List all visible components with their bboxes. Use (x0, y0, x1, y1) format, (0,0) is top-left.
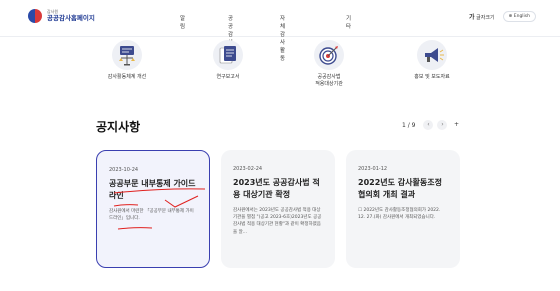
more-button[interactable]: + (451, 120, 462, 130)
quick-link-research[interactable]: 연구보고서 (193, 40, 263, 81)
scales-presentation-icon (112, 40, 142, 70)
notice-title: 공공부문 내부통제 가이드라인 (109, 179, 196, 200)
nav-item-etc[interactable]: 기타 (346, 14, 351, 30)
notice-section-title: 공지사항 (96, 120, 141, 134)
nav-item-notice[interactable]: 알림 (180, 14, 185, 30)
notice-date: 2023-02-24 (233, 166, 263, 172)
notice-title: 2023년도 공공감사법 적용 대상기관 확정 (233, 178, 320, 199)
quick-link-target-institutions[interactable]: 공공감사법 적용대상기관 (294, 40, 364, 88)
quick-link-label: 홍보 및 보도자료 (414, 74, 450, 80)
notice-desc: ☐ 2022년도 감사활동조정협의회가 2022. 12. 27.(화) 감사원… (358, 208, 441, 221)
logo-emblem-icon (28, 9, 42, 23)
next-button[interactable]: › (437, 120, 448, 130)
notice-desc: 감사원에서 마련한 「공공부문 내부통제 가이드라인」입니다. (109, 209, 194, 222)
quick-link-label: 연구보고서 (216, 74, 240, 80)
logo-title: 공공감사홈페이지 (47, 14, 95, 23)
quick-link-pr[interactable]: 홍보 및 보도자료 (397, 40, 467, 81)
target-icon (314, 40, 344, 70)
site-logo[interactable]: 감사원 공공감사홈페이지 (28, 9, 95, 23)
language-button[interactable]: ⊕ English (502, 11, 536, 22)
globe-icon: ⊕ (508, 14, 513, 19)
notice-desc: 감사원에서는 2023년도 공공감사법 적용 대상기관을 별첨 "(공고 202… (233, 208, 322, 235)
quick-link-label: 공공감사법 적용대상기관 (315, 74, 343, 87)
notice-card[interactable]: 2023-02-24 2023년도 공공감사법 적용 대상기관 확정 감사원에서… (221, 150, 335, 268)
notice-card[interactable]: 2023-01-12 2022년도 감사활동조정협의회 개최 결과 ☐ 2022… (346, 150, 460, 268)
notice-date: 2023-10-24 (109, 167, 139, 173)
quick-link-audit-system[interactable]: 감사활동체계 개선 (92, 40, 162, 81)
font-size-glyph: 가 (469, 14, 475, 21)
document-report-icon (213, 40, 243, 70)
quick-link-label: 감사활동체계 개선 (107, 74, 147, 80)
notice-pager: 1 / 9 ‹ › + (402, 120, 465, 130)
megaphone-icon (417, 40, 447, 70)
language-label: English (513, 14, 530, 19)
site-header: 감사원 공공감사홈페이지 알림 공공감사 자체감사활동 기타 가 글자크기 ⊕ … (0, 0, 560, 62)
prev-button[interactable]: ‹ (423, 120, 434, 130)
quick-links: 감사활동체계 개선 연구보고서 공공감사법 적용대상기관 홍보 및 보도자료 (96, 40, 476, 100)
notice-card[interactable]: 2023-10-24 공공부문 내부통제 가이드라인 감사원에서 마련한 「공공… (96, 150, 210, 268)
page-indicator: 1 / 9 (402, 121, 416, 129)
font-size-button[interactable]: 가 글자크기 (469, 12, 495, 21)
notice-date: 2023-01-12 (358, 166, 388, 172)
notice-title: 2022년도 감사활동조정협의회 개최 결과 (358, 178, 442, 199)
font-size-label: 글자크기 (476, 15, 495, 21)
